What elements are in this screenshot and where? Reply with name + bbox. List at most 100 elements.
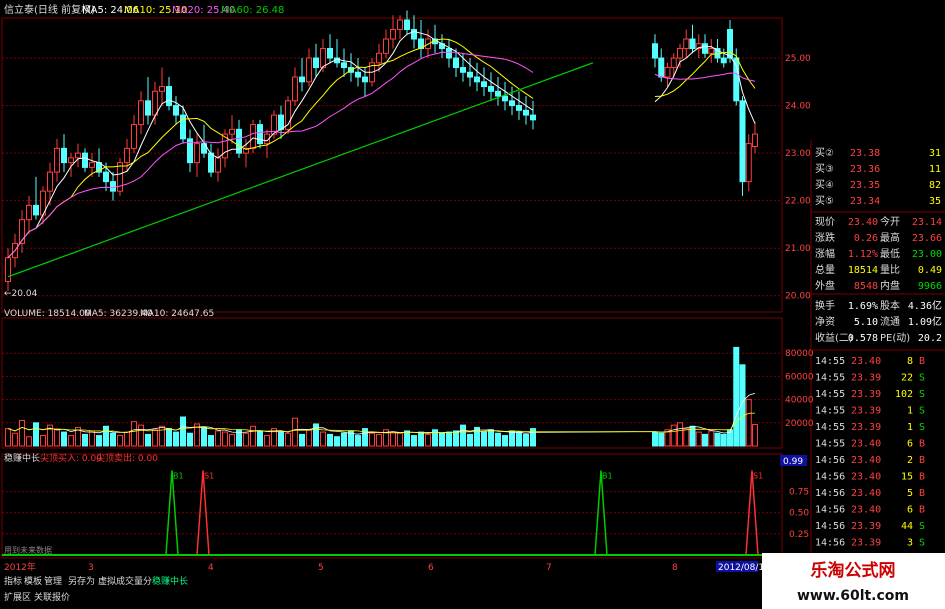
stat-value: 8548 <box>854 281 878 292</box>
volume-grid <box>2 352 782 424</box>
candle-body <box>208 152 214 173</box>
stat-value: 23.00 <box>912 249 942 260</box>
tick-side: S <box>919 389 925 400</box>
candle-body <box>103 171 109 183</box>
tick-time: 14:55 <box>815 439 845 450</box>
price-tick-label: 23.00 <box>785 149 811 159</box>
candle-body <box>658 57 665 78</box>
candle-body <box>752 133 758 147</box>
candle-body <box>677 48 683 59</box>
bottom-tab[interactable]: 另存为 <box>68 575 95 587</box>
volume-bar <box>54 429 60 447</box>
extension-tab[interactable]: 关联报价 <box>34 591 70 603</box>
volume-bar <box>306 429 312 447</box>
volume-bar <box>250 425 256 447</box>
candle-body <box>446 48 452 59</box>
bottom-tab-label: 指标 <box>4 575 22 587</box>
tick-volume: 6 <box>907 505 913 516</box>
signal-label: B1 <box>173 471 184 480</box>
bottom-tab[interactable]: 虚拟成交量分 <box>98 575 152 587</box>
date-end: 2012/08/1 <box>718 563 764 573</box>
candle-body <box>320 48 326 69</box>
candle-body <box>61 147 67 164</box>
volume-bar <box>33 422 39 447</box>
bid-volume: 11 <box>929 164 941 175</box>
tick-volume: 44 <box>901 521 913 532</box>
volume-bar <box>460 424 466 447</box>
price-tick-label: 22.00 <box>785 197 811 207</box>
volume-bar <box>404 430 410 447</box>
volume-bar <box>516 431 522 447</box>
tick-volume: 3 <box>907 538 913 549</box>
bottom-tab[interactable]: 指标 <box>4 575 22 587</box>
tick-side: B <box>919 439 925 450</box>
stat-value: 18514 <box>848 265 878 276</box>
volume-bar <box>658 432 665 447</box>
signal-label: S1 <box>753 471 763 480</box>
bottom-tab[interactable]: 稳赚中长 <box>152 575 188 587</box>
stat-label: 流通 <box>880 315 900 328</box>
candle-body <box>467 71 473 78</box>
volume-bar <box>229 433 235 447</box>
low-marker: ←20.04 <box>4 289 38 299</box>
stat-label: 最低 <box>880 247 900 260</box>
candle-body <box>652 43 658 59</box>
tick-price: 23.39 <box>851 406 881 417</box>
volume-bar <box>173 431 179 447</box>
tick-time: 14:55 <box>815 356 845 367</box>
candle-body <box>383 38 389 54</box>
date-tick-label: 2012年 <box>4 561 36 573</box>
tick-volume: 5 <box>907 488 913 499</box>
candles <box>5 10 758 291</box>
candle-body <box>733 57 740 102</box>
volume-bar <box>411 435 417 447</box>
indicator-tick-label: 0.25 <box>789 530 809 540</box>
candle-body <box>327 48 333 59</box>
candle-body <box>159 86 165 92</box>
stat-label: 外盘 <box>815 279 835 292</box>
bid-label: 买⑤ <box>815 195 834 207</box>
candle-body <box>110 181 116 192</box>
tick-price: 23.39 <box>851 521 881 532</box>
candle-body <box>689 38 696 50</box>
candle-body <box>474 76 480 83</box>
volume-bar <box>369 432 375 447</box>
volume-label: VOLUME: 18514.00 <box>4 309 91 319</box>
volume-bar <box>110 432 116 447</box>
stat-value: 1.09亿 <box>908 315 942 328</box>
stat-label: 涨幅 <box>815 247 835 260</box>
candle-body <box>257 124 263 145</box>
panel-frames <box>1 17 812 560</box>
tick-price: 23.40 <box>851 488 881 499</box>
volume-bar <box>68 435 74 447</box>
stat-value: 1.12% <box>848 249 878 260</box>
ma60-line <box>7 62 594 278</box>
volume-bar <box>376 433 382 447</box>
tick-time: 14:56 <box>815 488 845 499</box>
candle-body <box>516 105 522 111</box>
volume-bar <box>397 432 403 447</box>
tick-volume: 2 <box>907 455 913 466</box>
tick-side: S <box>919 373 925 384</box>
stat-value: 20.2 <box>918 333 942 344</box>
candle-body <box>229 128 235 135</box>
watermark-url: www.60lt.com <box>797 588 909 604</box>
volume-bar <box>481 431 487 447</box>
date-tick-label: 5 <box>318 563 324 573</box>
candle-body <box>68 157 74 164</box>
candle-body <box>390 29 396 40</box>
date-tick-label: 7 <box>546 563 552 573</box>
volume-bar <box>292 417 298 447</box>
signal-spike <box>594 470 608 556</box>
bottom-tab[interactable]: 管理 <box>44 575 62 587</box>
price-tick-label: 24.00 <box>785 102 811 112</box>
bottom-tab[interactable]: 模板 <box>24 575 42 587</box>
tick-volume: 102 <box>895 389 913 400</box>
bid-price: 23.38 <box>850 148 880 159</box>
volume-bar <box>264 435 270 447</box>
extension-tab[interactable]: 扩展区 <box>4 591 31 603</box>
tick-price: 23.40 <box>851 455 881 466</box>
stat-value: 9966 <box>918 281 942 292</box>
volume-bar <box>222 431 228 447</box>
volume-bar <box>257 430 263 447</box>
